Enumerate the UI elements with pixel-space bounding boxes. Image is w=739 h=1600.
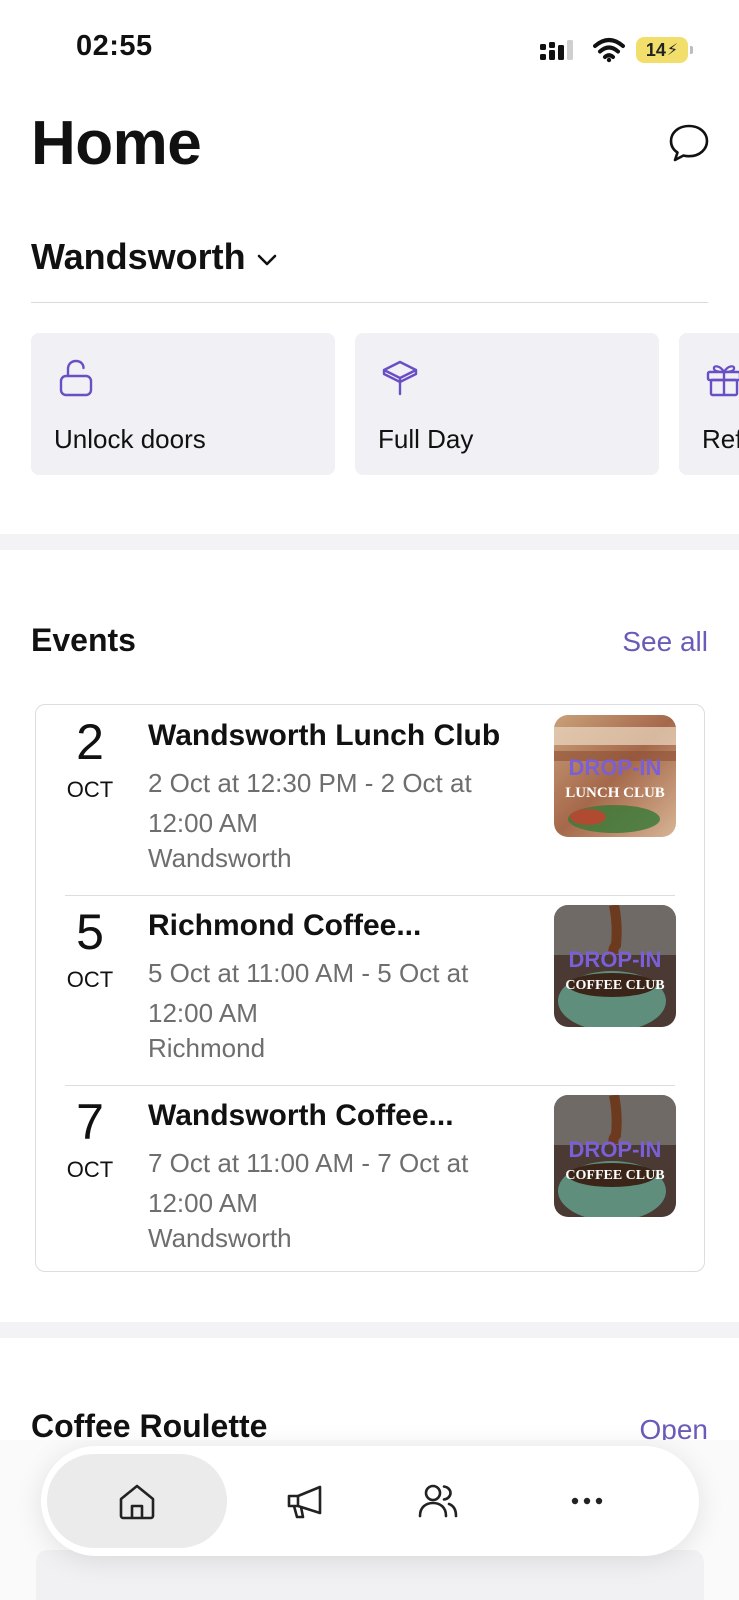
signal-icon [540, 40, 573, 60]
event-title: Richmond Coffee... [148, 909, 422, 942]
header-divider [31, 302, 708, 303]
status-time: 02:55 [76, 30, 153, 62]
home-icon [119, 1484, 155, 1520]
thumbnail-text: DROP-IN [569, 755, 662, 780]
status-bar: 02:55 14 ⚡ [0, 0, 739, 90]
quick-action-referral[interactable]: Ref [679, 333, 739, 475]
quick-action-label: Unlock doors [54, 424, 206, 454]
quick-action-label: Full Day [378, 424, 474, 454]
nav-home[interactable] [47, 1454, 227, 1548]
content-behind-nav [36, 1550, 704, 1600]
event-day: 5 [76, 904, 104, 960]
event-thumbnail: DROP-IN LUNCH CLUB [554, 715, 676, 837]
event-location: Richmond [148, 1033, 266, 1063]
people-icon [418, 1484, 458, 1518]
event-location: Wandsworth [148, 1223, 292, 1253]
event-day: 7 [76, 1094, 104, 1150]
events-list: 2 OCT Wandsworth Lunch Club 2 Oct at 12:… [35, 704, 705, 1272]
location-label: Wandsworth [31, 236, 246, 277]
event-day: 2 [76, 714, 104, 770]
quick-actions-carousel[interactable]: Unlock doors Full Day Ref [31, 333, 739, 475]
event-thumbnail: DROP-IN COFFEE CLUB [554, 905, 676, 1027]
quick-action-full-day[interactable]: Full Day [355, 333, 659, 475]
megaphone-icon [287, 1485, 322, 1519]
nav-announcements[interactable] [246, 1454, 366, 1548]
quick-action-unlock-doors[interactable]: Unlock doors [31, 333, 335, 475]
event-item[interactable]: 2 OCT Wandsworth Lunch Club 2 Oct at 12:… [36, 705, 704, 895]
event-title: Wandsworth Coffee... [148, 1099, 454, 1132]
event-location: Wandsworth [148, 843, 292, 873]
charging-bolt-icon: ⚡ [666, 42, 679, 59]
event-month: OCT [66, 1157, 114, 1182]
event-time: 7 Oct at 11:00 AM - 7 Oct at 12:00 AM [148, 1148, 469, 1218]
thumbnail-text: COFFEE CLUB [565, 978, 664, 993]
chevron-down-icon [257, 254, 276, 266]
chat-icon[interactable] [666, 120, 712, 166]
event-time: 5 Oct at 11:00 AM - 5 Oct at 12:00 AM [148, 958, 469, 1028]
event-item[interactable]: 7 OCT Wandsworth Coffee... 7 Oct at 11:0… [36, 1085, 704, 1275]
event-thumbnail: DROP-IN COFFEE CLUB [554, 1095, 676, 1217]
thumbnail-text: COFFEE CLUB [565, 1168, 664, 1183]
event-month: OCT [66, 967, 114, 992]
see-all-events-link[interactable]: See all [622, 626, 708, 658]
section-separator [0, 534, 739, 550]
wifi-icon [593, 38, 625, 63]
event-time: 2 Oct at 12:30 PM - 2 Oct at 12:00 AM [148, 768, 472, 838]
battery-level: 14 [645, 39, 666, 60]
nav-people[interactable] [378, 1454, 498, 1548]
box-icon [382, 360, 418, 396]
bottom-nav [41, 1446, 699, 1556]
event-month: OCT [66, 777, 114, 802]
battery-indicator: 14 ⚡ [636, 37, 693, 63]
more-icon [571, 1497, 603, 1505]
nav-more[interactable] [527, 1454, 647, 1548]
thumbnail-text: DROP-IN [569, 947, 662, 972]
thumbnail-text: LUNCH CLUB [565, 785, 665, 801]
page-title: Home [31, 109, 202, 178]
events-title: Events [31, 622, 136, 658]
event-title: Wandsworth Lunch Club [148, 719, 501, 752]
event-item[interactable]: 5 OCT Richmond Coffee... 5 Oct at 11:00 … [36, 895, 704, 1085]
gift-icon [706, 365, 739, 397]
quick-action-label: Ref [702, 424, 739, 454]
location-selector[interactable]: Wandsworth [31, 236, 280, 278]
unlock-icon [59, 359, 93, 397]
section-separator [0, 1322, 739, 1338]
thumbnail-text: DROP-IN [569, 1137, 662, 1162]
